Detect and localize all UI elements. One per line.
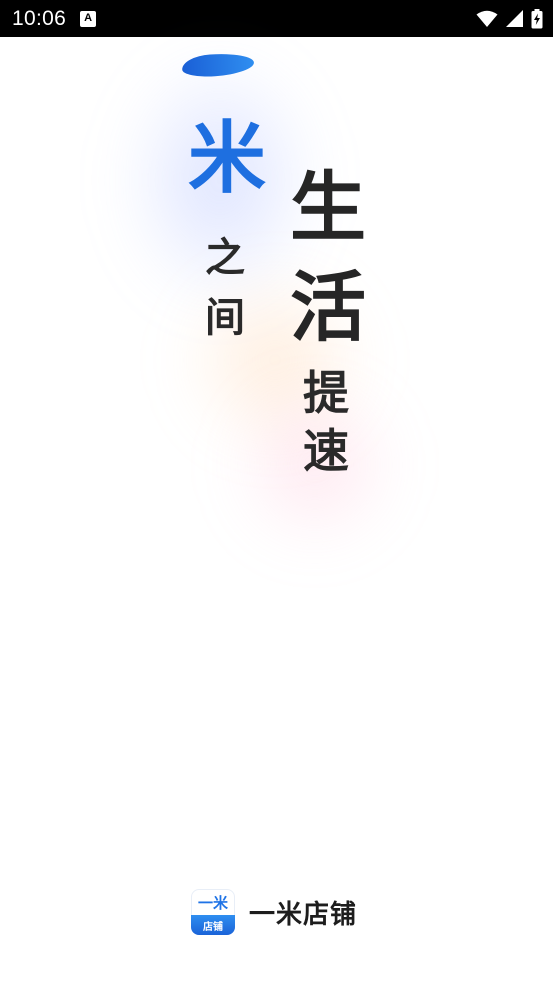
logo-top-text: 一米 <box>197 893 228 912</box>
wifi-icon <box>476 10 498 27</box>
status-bar: 10:06 A <box>0 0 553 37</box>
battery-charging-icon <box>531 8 543 28</box>
brand-name: 一米店铺 <box>249 899 358 930</box>
status-left: 10:06 A <box>12 6 97 31</box>
calligraphy-jian: 间 <box>205 294 245 341</box>
calligraphy-zhi: 之 <box>205 234 245 281</box>
brand-logo: 一米 店铺 <box>191 889 235 935</box>
status-right <box>476 8 543 29</box>
a-icon: A <box>80 10 97 27</box>
calligraphy-sheng: 生 <box>290 163 366 252</box>
calligraphy-huo: 活 <box>290 263 366 352</box>
calligraphy-su: 速 <box>303 424 349 478</box>
logo-bottom-text: 店铺 <box>191 915 235 935</box>
calligraphy-mi: 米 <box>188 113 267 204</box>
splash-screen: 10:06 A 一 米 之 间 生 活 提 速 一米 店铺 <box>0 0 553 984</box>
calligraphy-ti: 提 <box>303 366 349 420</box>
signal-icon <box>506 10 523 27</box>
brand: 一米 店铺 一米店铺 <box>191 889 357 935</box>
status-time: 10:06 <box>12 6 67 30</box>
